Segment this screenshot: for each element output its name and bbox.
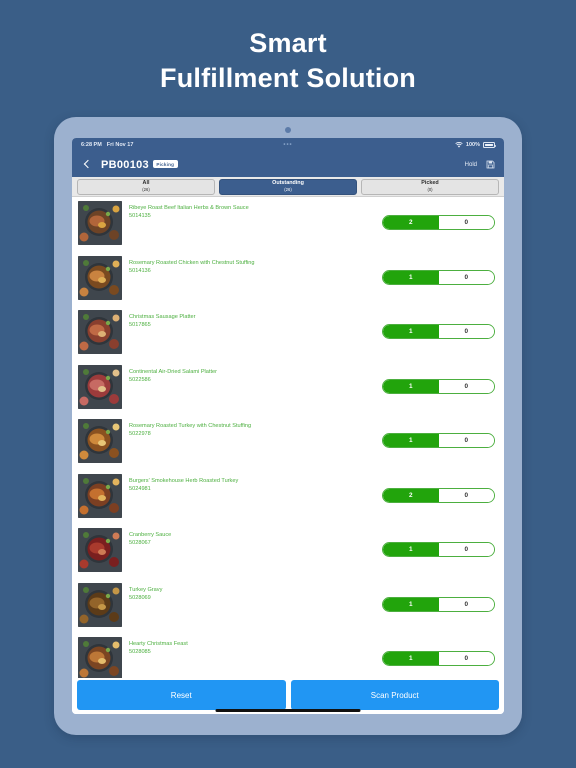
product-name: Cranberry Sauce [129,532,172,538]
quantity-stepper[interactable]: 20 [382,215,495,230]
home-indicator [215,708,361,712]
quantity-stepper[interactable]: 10 [382,596,495,612]
quantity-picked: 0 [438,652,494,665]
quantity-picked: 0 [438,216,494,229]
hold-button[interactable]: Hold [465,162,477,168]
product-row[interactable]: Rosemary Roasted Turkey with Chestnut St… [72,415,504,470]
status-bar: 6:28 PM Fri Nov 17 ••• 100% [72,138,504,152]
product-thumbnail [78,255,122,300]
quantity-required: 2 [383,488,439,502]
order-number: PB00103 Picking [101,159,178,171]
quantity-stepper[interactable]: 10 [382,542,495,557]
quantity-picked: 0 [438,543,494,556]
reset-button[interactable]: Reset [77,680,286,710]
status-bar-date: Fri Nov 17 [106,142,134,148]
product-row[interactable]: Burgers' Smokehouse Herb Roasted Turkey 5… [72,470,504,525]
product-name: Hearty Christmas Feast [129,641,188,647]
navbar-actions: Hold [465,160,495,169]
quantity-required: 1 [383,325,439,338]
battery-percent-label: 100% [465,142,480,148]
quantity-stepper[interactable]: 10 [382,433,495,448]
quantity-picked: 0 [438,325,494,338]
tab-outstanding-count: (26) [284,186,292,192]
action-bar: Reset Scan Product [72,678,504,714]
product-row[interactable]: Rosemary Roasted Chicken with Chestnut S… [72,252,504,307]
product-thumbnail [78,419,122,463]
tablet-screen: 6:28 PM Fri Nov 17 ••• 100% PB00103 Pick… [72,138,504,714]
wifi-icon [455,142,463,148]
status-bar-right: 100% [455,142,497,148]
tab-outstanding-label: Outstanding [272,180,304,187]
product-row[interactable]: Continental Air-Dried Salami Platter 5022… [72,361,504,416]
product-name: Ribeye Roast Beef Italian Herbs & Brown … [129,205,249,211]
tab-all-count: (26) [142,186,150,192]
quantity-required: 1 [383,270,439,284]
quantity-picked: 0 [438,379,494,393]
status-bar-time: 6:28 PM [81,142,102,148]
page-title-line-1: Smart [249,28,327,58]
order-number-label: PB00103 [101,158,149,171]
scan-product-button[interactable]: Scan Product [290,680,499,710]
page-title-line-2: Fulfillment Solution [160,62,416,93]
quantity-picked: 0 [438,488,494,502]
product-row[interactable]: Cranberry Sauce 5028067 1 0 [72,524,504,579]
tab-picked[interactable]: Picked (0) [361,178,499,195]
tab-picked-label: Picked [421,180,439,187]
quantity-stepper[interactable]: 10 [382,269,495,285]
app-navbar: PB00103 Picking Hold [72,152,504,177]
status-bar-left: 6:28 PM Fri Nov 17 [81,142,133,148]
product-thumbnail [78,528,122,572]
product-thumbnail [78,201,122,245]
quantity-stepper[interactable]: 10 [382,651,495,666]
status-badge: Picking [152,159,178,169]
product-thumbnail [78,364,122,409]
save-icon[interactable] [486,160,495,169]
quantity-required: 1 [383,652,439,665]
product-thumbnail [78,310,122,354]
product-name: Continental Air-Dried Salami Platter [129,368,217,375]
product-row[interactable]: Hearty Christmas Feast 5028085 1 0 [72,633,504,678]
tab-outstanding[interactable]: Outstanding (26) [219,178,357,195]
product-list[interactable]: Ribeye Roast Beef Italian Herbs & Brown … [72,197,504,678]
quantity-required: 2 [383,216,439,229]
quantity-required: 1 [383,543,439,556]
product-name: Rosemary Roasted Chicken with Chestnut S… [129,259,255,266]
chevron-left-icon[interactable] [81,159,92,170]
quantity-required: 1 [383,379,439,393]
promo-screenshot: Smart Fulfillment Solution 6:28 PM Fri N… [0,0,576,768]
product-name: Rosemary Roasted Turkey with Chestnut St… [129,423,252,429]
tab-all[interactable]: All (26) [77,178,215,195]
product-row[interactable]: Christmas Sausage Platter 5017865 1 0 [72,306,504,361]
quantity-stepper[interactable]: 10 [382,378,495,394]
product-thumbnail [78,637,122,678]
product-thumbnail [78,473,122,518]
page-title: Smart Fulfillment Solution [0,26,576,95]
product-name: Christmas Sausage Platter [129,314,196,320]
tablet-device: 6:28 PM Fri Nov 17 ••• 100% PB00103 Pick… [54,117,522,735]
quantity-picked: 0 [438,270,494,284]
quantity-picked: 0 [438,434,494,447]
product-row[interactable]: Turkey Gravy 5028069 1 0 [72,579,504,634]
product-thumbnail [78,582,122,627]
quantity-stepper[interactable]: 20 [382,487,495,503]
battery-icon [483,142,497,148]
tab-picked-count: (0) [427,186,433,192]
product-row[interactable]: Ribeye Roast Beef Italian Herbs & Brown … [72,197,504,252]
quantity-stepper[interactable]: 10 [382,324,495,339]
quantity-required: 1 [383,597,439,611]
quantity-required: 1 [383,434,439,447]
quantity-picked: 0 [438,597,494,611]
camera-icon [285,127,291,133]
filter-tabbar: All (26) Outstanding (26) Picked (0) [72,177,504,197]
product-name: Burgers' Smokehouse Herb Roasted Turkey [129,477,239,484]
tab-all-label: All [142,180,150,187]
status-bar-dots: ••• [283,142,293,148]
product-name: Turkey Gravy [129,586,163,593]
